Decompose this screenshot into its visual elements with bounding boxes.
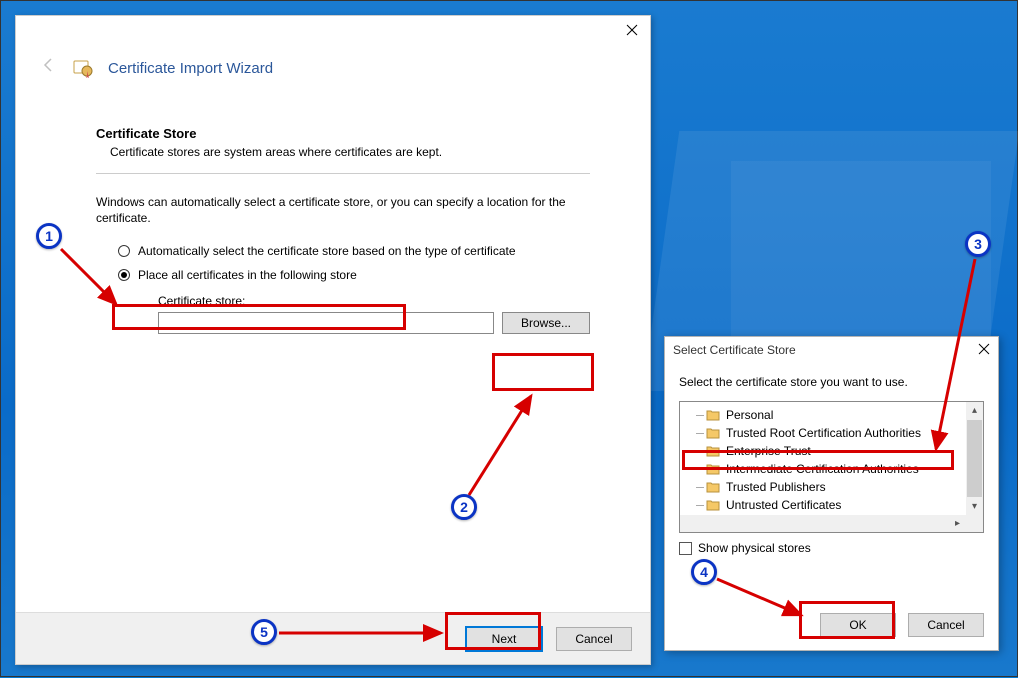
wizard-titlebar [16,16,650,44]
tree-item-label: Untrusted Certificates [726,498,841,512]
scroll-down-icon[interactable]: ▾ [966,498,983,515]
cancel-button[interactable]: Cancel [556,627,632,651]
certificate-tree[interactable]: Personal Trusted Root Certification Auth… [679,401,984,533]
ok-button[interactable]: OK [820,613,896,637]
annotation-badge: 5 [251,619,277,645]
checkbox-icon [679,542,692,555]
badge-number: 3 [974,236,982,252]
radio-group: Automatically select the certificate sto… [118,244,590,334]
store-block: Certificate store: Browse... [158,294,590,334]
tree-item-untrusted[interactable]: Untrusted Certificates [688,496,966,514]
badge-number: 2 [460,499,468,515]
radio-icon [118,269,130,281]
wizard-footer: Next Cancel [16,612,650,664]
tree-item-label: Trusted Publishers [726,480,826,494]
wizard-title: Certificate Import Wizard [108,60,273,77]
folder-icon [706,427,720,439]
radio-place[interactable]: Place all certificates in the following … [118,268,590,282]
select-certificate-store-dialog: Select Certificate Store Select the cert… [664,336,999,651]
tree-item-label: Intermediate Certification Authorities [726,462,919,476]
cancel-button-label: Cancel [575,632,612,646]
back-arrow-icon[interactable] [40,56,58,80]
select-store-titlebar: Select Certificate Store [665,337,998,363]
vertical-scrollbar[interactable]: ▴ ▾ [966,402,983,515]
select-store-footer: OK Cancel [665,606,998,650]
folder-icon [706,481,720,493]
folder-icon [706,409,720,421]
section-title: Certificate Store [96,126,590,141]
cancel-button[interactable]: Cancel [908,613,984,637]
annotation-badge: 2 [451,494,477,520]
show-physical-stores-checkbox[interactable]: Show physical stores [679,541,984,555]
next-button[interactable]: Next [466,627,542,651]
show-physical-label: Show physical stores [698,541,811,555]
divider [96,173,590,174]
scroll-thumb[interactable] [967,420,982,497]
section-desc: Certificate stores are system areas wher… [110,145,590,159]
scroll-corner [966,515,983,532]
tree-item-personal[interactable]: Personal [688,406,966,424]
close-icon[interactable] [622,20,642,40]
tree-item-label: Enterprise Trust [726,444,811,458]
folder-icon [706,499,720,511]
badge-number: 5 [260,624,268,640]
certificate-store-input[interactable] [158,312,494,334]
radio-place-label: Place all certificates in the following … [138,268,357,282]
annotation-badge: 4 [691,559,717,585]
tree-item-label: Personal [726,408,773,422]
tree-item-enterprise-trust[interactable]: Enterprise Trust [688,442,966,460]
folder-icon [706,445,720,457]
cancel-button-label: Cancel [927,618,964,632]
ok-button-label: OK [849,618,866,632]
scroll-right-icon[interactable]: ▸ [949,515,966,532]
badge-number: 4 [700,564,708,580]
badge-number: 1 [45,228,53,244]
browse-button[interactable]: Browse... [502,312,590,334]
scroll-up-icon[interactable]: ▴ [966,402,983,419]
certificate-import-wizard-window: Certificate Import Wizard Certificate St… [15,15,651,665]
instruction-text: Windows can automatically select a certi… [96,194,566,226]
annotation-badge: 3 [965,231,991,257]
radio-auto[interactable]: Automatically select the certificate sto… [118,244,590,258]
close-icon[interactable] [978,343,990,358]
tree-item-label: Trusted Root Certification Authorities [726,426,921,440]
wizard-body: Certificate Store Certificate stores are… [16,86,650,612]
bg-decoration [731,161,991,361]
tree-item-intermediate[interactable]: Intermediate Certification Authorities [688,460,966,478]
folder-icon [706,463,720,475]
select-store-title: Select Certificate Store [673,343,796,357]
certificate-icon [72,57,94,79]
radio-auto-label: Automatically select the certificate sto… [138,244,516,258]
radio-icon [118,245,130,257]
store-label: Certificate store: [158,294,590,308]
annotation-badge: 1 [36,223,62,249]
tree-item-trusted-root[interactable]: Trusted Root Certification Authorities [688,424,966,442]
select-store-instruction: Select the certificate store you want to… [679,375,984,389]
next-button-label: Next [492,632,517,646]
browse-button-label: Browse... [521,316,571,330]
wizard-header: Certificate Import Wizard [16,44,650,86]
horizontal-scrollbar[interactable]: ▸ [680,515,966,532]
tree-item-trusted-publishers[interactable]: Trusted Publishers [688,478,966,496]
